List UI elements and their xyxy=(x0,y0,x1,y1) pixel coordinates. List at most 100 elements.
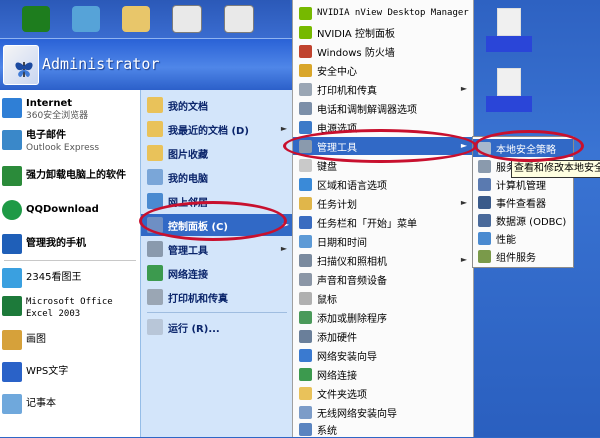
submenu-arrow-icon: ► xyxy=(460,84,467,93)
places-label: 打印机和传真 xyxy=(168,293,228,305)
cp-item[interactable]: 鼠标 xyxy=(293,289,473,307)
cp-item[interactable]: 添加硬件 xyxy=(293,327,473,345)
program-title: 强力卸载电脑上的软件 xyxy=(26,170,126,181)
cp-label: 系统 xyxy=(317,425,337,437)
control-panel-menu: NVIDIA nView Desktop Manager NVIDIA 控制面板… xyxy=(292,0,474,437)
add-remove-icon xyxy=(299,310,312,324)
program-internet[interactable]: Internet 360安全浏览器 xyxy=(0,98,140,122)
cp-item[interactable]: Windows 防火墙 xyxy=(293,42,473,60)
system-icon xyxy=(299,422,312,436)
program-qqdownload[interactable]: QQDownload xyxy=(0,200,140,220)
phone-modem-icon xyxy=(299,101,312,115)
cp-item[interactable]: 网络安装向导 xyxy=(293,346,473,364)
program-email[interactable]: 电子邮件 Outlook Express xyxy=(0,130,140,154)
cp-label: 网络连接 xyxy=(317,370,357,382)
admin-label: 性能 xyxy=(496,234,516,246)
program-phone-manager[interactable]: 管理我的手机 xyxy=(0,234,140,254)
cp-item[interactable]: 无线网络安装向导 xyxy=(293,403,473,421)
pinned-programs-pane: Internet 360安全浏览器 电子邮件 Outlook Express 强… xyxy=(0,90,140,437)
desktop-selected-label[interactable] xyxy=(486,36,532,52)
places-label: 我最近的文档 (D) xyxy=(168,125,249,137)
performance-icon xyxy=(478,231,491,245)
cp-item[interactable]: 系统 xyxy=(293,420,473,438)
cp-label: 任务计划 xyxy=(317,199,357,211)
cp-label: 安全中心 xyxy=(317,66,357,78)
cp-item[interactable]: 区域和语言选项 xyxy=(293,175,473,193)
ie-icon xyxy=(2,98,22,118)
nvidia-icon xyxy=(299,6,312,20)
program-wps[interactable]: WPS文字 xyxy=(0,362,140,382)
desktop-shortcut-icon[interactable] xyxy=(22,6,50,32)
wps-icon xyxy=(2,362,22,382)
program-subtitle: 360安全浏览器 xyxy=(26,111,89,121)
cp-item[interactable]: 声音和音频设备 xyxy=(293,270,473,288)
annotation-ring-control-panel xyxy=(139,201,287,241)
places-label: 管理工具 xyxy=(168,245,208,257)
notepad-icon xyxy=(2,394,22,414)
desktop-document-icon[interactable] xyxy=(497,8,521,36)
date-time-icon xyxy=(299,234,312,248)
admin-tools-icon xyxy=(147,241,163,257)
user-avatar[interactable] xyxy=(3,45,39,85)
my-computer-icon xyxy=(147,169,163,185)
cp-item[interactable]: 日期和时间 xyxy=(293,232,473,250)
admin-item[interactable]: 组件服务 xyxy=(473,247,573,265)
power-icon xyxy=(299,120,312,134)
cp-item[interactable]: 打印机和传真 ► xyxy=(293,80,473,98)
desktop-icon-row xyxy=(0,0,290,38)
program-image-viewer[interactable]: 2345看图王 xyxy=(0,268,140,288)
services-icon xyxy=(478,159,491,173)
scanner-icon xyxy=(299,253,312,267)
submenu-arrow-icon: ► xyxy=(460,255,467,264)
cp-item[interactable]: 任务栏和「开始」菜单 xyxy=(293,213,473,231)
folder-options-icon xyxy=(299,386,312,400)
desktop-folder-icon[interactable] xyxy=(122,6,150,32)
butterfly-icon xyxy=(15,62,33,77)
places-label: 我的文档 xyxy=(168,101,208,113)
cp-item[interactable]: 任务计划 ► xyxy=(293,194,473,212)
cp-item[interactable]: 扫描仪和照相机 ► xyxy=(293,251,473,269)
admin-item[interactable]: 性能 xyxy=(473,229,573,247)
places-network-connections[interactable]: 网络连接 xyxy=(147,262,291,284)
cp-item[interactable]: 添加或删除程序 xyxy=(293,308,473,326)
recent-docs-icon xyxy=(147,121,163,137)
admin-item[interactable]: 事件查看器 xyxy=(473,193,573,211)
cp-item[interactable]: NVIDIA 控制面板 xyxy=(293,23,473,41)
admin-label: 组件服务 xyxy=(496,252,536,264)
desktop-document-icon[interactable] xyxy=(497,68,521,96)
cp-item[interactable]: 电话和调制解调器选项 xyxy=(293,99,473,117)
cp-label: 添加或删除程序 xyxy=(317,313,387,325)
places-my-documents[interactable]: 我的文档 xyxy=(147,94,291,116)
component-services-icon xyxy=(478,249,491,263)
desktop-word-icon[interactable] xyxy=(172,5,202,33)
desktop-shortcut-icon[interactable] xyxy=(72,6,100,32)
program-excel[interactable]: Microsoft Office Excel 2003 xyxy=(0,296,140,320)
places-label: 运行 (R)... xyxy=(168,323,220,335)
annotation-ring-local-security xyxy=(474,130,584,162)
cp-item[interactable]: 网络连接 xyxy=(293,365,473,383)
desktop-excel-icon[interactable] xyxy=(224,5,254,33)
places-printers[interactable]: 打印机和传真 xyxy=(147,286,291,308)
user-name: Administrator xyxy=(42,55,160,73)
places-admin-tools[interactable]: 管理工具 ► xyxy=(147,238,291,260)
printer-icon xyxy=(147,289,163,305)
program-title: 电子邮件 xyxy=(26,130,66,141)
run-icon xyxy=(147,319,163,335)
cp-label: 任务栏和「开始」菜单 xyxy=(317,218,417,230)
places-my-computer[interactable]: 我的电脑 xyxy=(147,166,291,188)
admin-label: 事件查看器 xyxy=(496,198,546,210)
cp-label: 无线网络安装向导 xyxy=(317,408,397,420)
cp-item[interactable]: NVIDIA nView Desktop Manager xyxy=(293,4,473,22)
places-recent-documents[interactable]: 我最近的文档 (D) ► xyxy=(147,118,291,140)
places-pictures[interactable]: 图片收藏 xyxy=(147,142,291,164)
desktop-selected-label[interactable] xyxy=(486,96,532,112)
program-uninstaller[interactable]: 强力卸载电脑上的软件 xyxy=(0,166,140,186)
phone-icon xyxy=(2,234,22,254)
task-scheduler-icon xyxy=(299,196,312,210)
admin-item[interactable]: 数据源 (ODBC) xyxy=(473,211,573,229)
program-notepad[interactable]: 记事本 xyxy=(0,394,140,414)
cp-item[interactable]: 安全中心 xyxy=(293,61,473,79)
cp-item[interactable]: 文件夹选项 xyxy=(293,384,473,402)
program-paint[interactable]: 画图 xyxy=(0,330,140,350)
places-run[interactable]: 运行 (R)... xyxy=(147,316,291,338)
